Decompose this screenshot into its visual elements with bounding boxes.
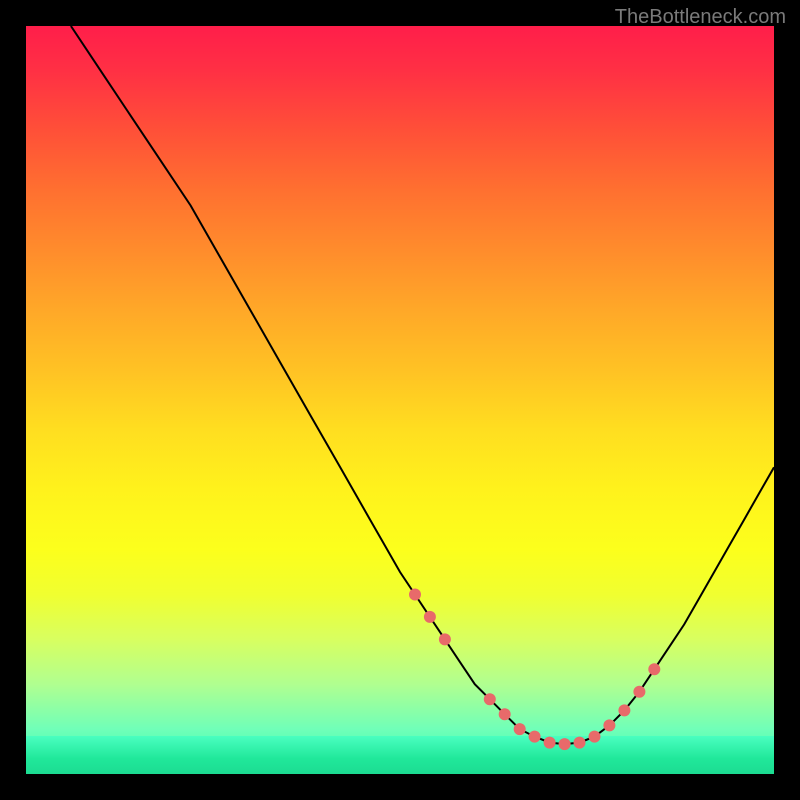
watermark-text: TheBottleneck.com [615, 6, 786, 29]
marker-dot [514, 723, 526, 735]
marker-dot [484, 693, 496, 705]
bottleneck-curve [71, 26, 774, 744]
marker-dot [574, 737, 586, 749]
marker-dot [559, 738, 571, 750]
chart-plot-area [26, 26, 774, 774]
chart-svg [26, 26, 774, 774]
marker-dot [499, 708, 511, 720]
marker-dot [589, 731, 601, 743]
marker-dot [603, 719, 615, 731]
marker-dot [544, 737, 556, 749]
marker-dot [424, 611, 436, 623]
marker-dots-group [409, 589, 660, 751]
marker-dot [409, 589, 421, 601]
marker-dot [618, 704, 630, 716]
marker-dot [633, 686, 645, 698]
marker-dot [648, 663, 660, 675]
marker-dot [529, 731, 541, 743]
marker-dot [439, 633, 451, 645]
